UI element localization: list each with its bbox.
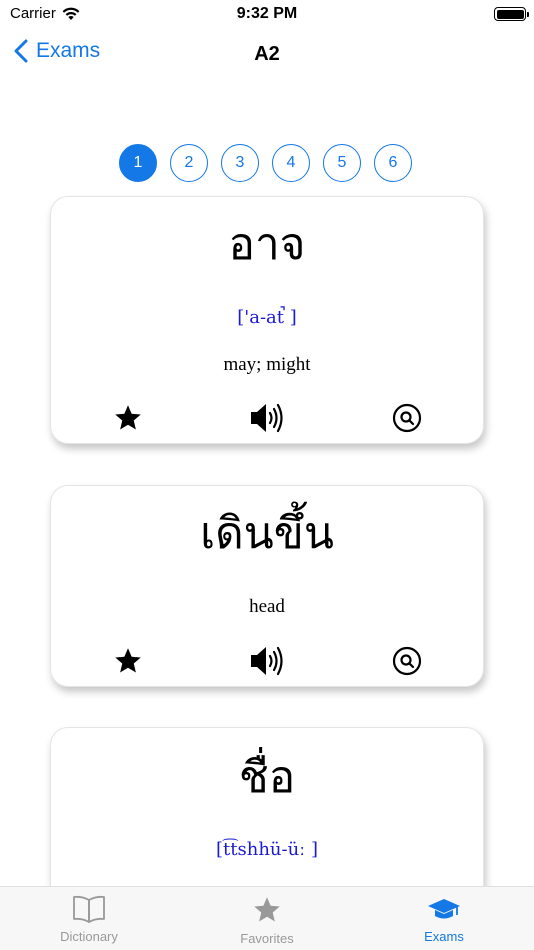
star-icon xyxy=(115,648,141,673)
word-meaning: may; might xyxy=(223,354,311,375)
pronounce-button[interactable] xyxy=(249,400,285,436)
phonetic-transcription: ['a-at̚ ] xyxy=(237,307,297,328)
thai-word: ชื่อ xyxy=(238,752,296,803)
page-title: A2 xyxy=(254,43,280,65)
star-icon xyxy=(115,405,141,430)
lookup-button[interactable] xyxy=(389,400,425,436)
search-icon xyxy=(392,646,422,676)
phonetic-transcription: [t͡tshhü-üː ] xyxy=(216,839,318,860)
star-icon xyxy=(254,897,280,922)
page-button-6[interactable]: 6 xyxy=(374,144,412,182)
thai-word: อาจ xyxy=(228,219,306,270)
page-button-3[interactable]: 3 xyxy=(221,144,259,182)
thai-word: เดินขึ้น xyxy=(200,508,334,559)
word-meaning: head xyxy=(249,596,285,617)
search-icon xyxy=(392,403,422,433)
speaker-icon xyxy=(251,403,283,433)
tab-label: Dictionary xyxy=(60,929,118,944)
tab-exams[interactable]: Exams xyxy=(379,895,509,944)
tab-dictionary[interactable]: Dictionary xyxy=(24,895,154,944)
navigation-bar: Exams A2 xyxy=(0,34,534,78)
favorite-button[interactable] xyxy=(110,643,146,679)
page-button-5[interactable]: 5 xyxy=(323,144,361,182)
page-button-1[interactable]: 1 xyxy=(119,144,157,182)
status-time: 9:32 PM xyxy=(236,5,298,22)
favorite-button[interactable] xyxy=(110,400,146,436)
word-card: เดินขึ้น head xyxy=(50,485,484,687)
graduation-cap-icon xyxy=(428,899,460,919)
lookup-button[interactable] xyxy=(389,643,425,679)
status-bar: Carrier 9:32 PM xyxy=(0,0,534,28)
tab-label: Exams xyxy=(424,929,464,944)
battery-icon xyxy=(494,7,529,21)
tab-label: Favorites xyxy=(240,931,294,946)
book-icon xyxy=(73,895,105,923)
word-card: อาจ ['a-at̚ ] may; might xyxy=(50,196,484,444)
speaker-icon xyxy=(251,646,283,676)
page-button-2[interactable]: 2 xyxy=(170,144,208,182)
page-button-4[interactable]: 4 xyxy=(272,144,310,182)
tab-bar: Dictionary Favorites Exams xyxy=(0,886,534,950)
tab-favorites[interactable]: Favorites xyxy=(202,895,332,946)
pronounce-button[interactable] xyxy=(249,643,285,679)
page-selector: 1 2 3 4 5 6 xyxy=(119,144,412,182)
